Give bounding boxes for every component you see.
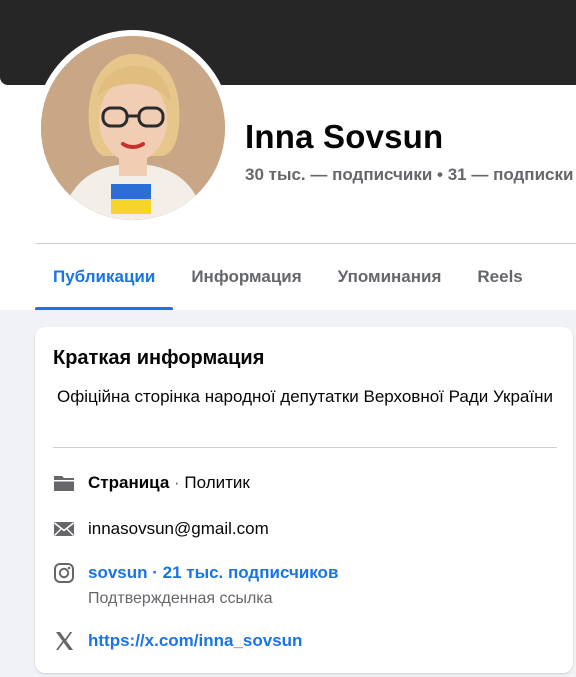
avatar-portrait [41, 36, 225, 220]
intro-bio: Офіційна сторінка народної депутатки Вер… [56, 387, 553, 406]
page-type-row: Страница · Политик [53, 472, 250, 494]
tab-reels[interactable]: Reels [459, 244, 540, 310]
email-text[interactable]: innasovsun@gmail.com [88, 518, 269, 540]
intro-card-title: Краткая информация [53, 347, 265, 369]
profile-stats[interactable]: 30 тыс. — подписчики • 31 — подписки [245, 165, 573, 185]
intro-divider [53, 447, 557, 448]
page-flag-icon [54, 476, 74, 491]
instagram-link[interactable]: sovsun · 21 тыс. подписчиков [88, 563, 338, 582]
intro-card: Краткая информация Офіційна сторінка нар… [35, 327, 573, 673]
page-category[interactable]: Политик [184, 473, 249, 492]
x-row: https://x.com/inna_sovsun [53, 630, 302, 652]
tab-publications[interactable]: Публикации [35, 244, 174, 310]
page-type-separator: · [169, 473, 185, 492]
envelope-icon [54, 522, 74, 536]
email-row: innasovsun@gmail.com [53, 518, 269, 540]
profile-tabs: Публикации Информация Упоминания Reels [35, 244, 541, 310]
tab-about[interactable]: Информация [173, 244, 319, 310]
instagram-note: Подтвержденная ссылка [88, 590, 273, 607]
instagram-icon [54, 563, 74, 583]
profile-avatar[interactable] [41, 36, 225, 220]
page-type-label: Страница [88, 473, 170, 492]
x-logo-icon [56, 632, 73, 650]
profile-name: Inna Sovsun [245, 118, 444, 155]
instagram-row: sovsun · 21 тыс. подписчиков Подтвержден… [53, 562, 338, 610]
tab-mentions[interactable]: Упоминания [320, 244, 460, 310]
x-link[interactable]: https://x.com/inna_sovsun [88, 630, 302, 652]
